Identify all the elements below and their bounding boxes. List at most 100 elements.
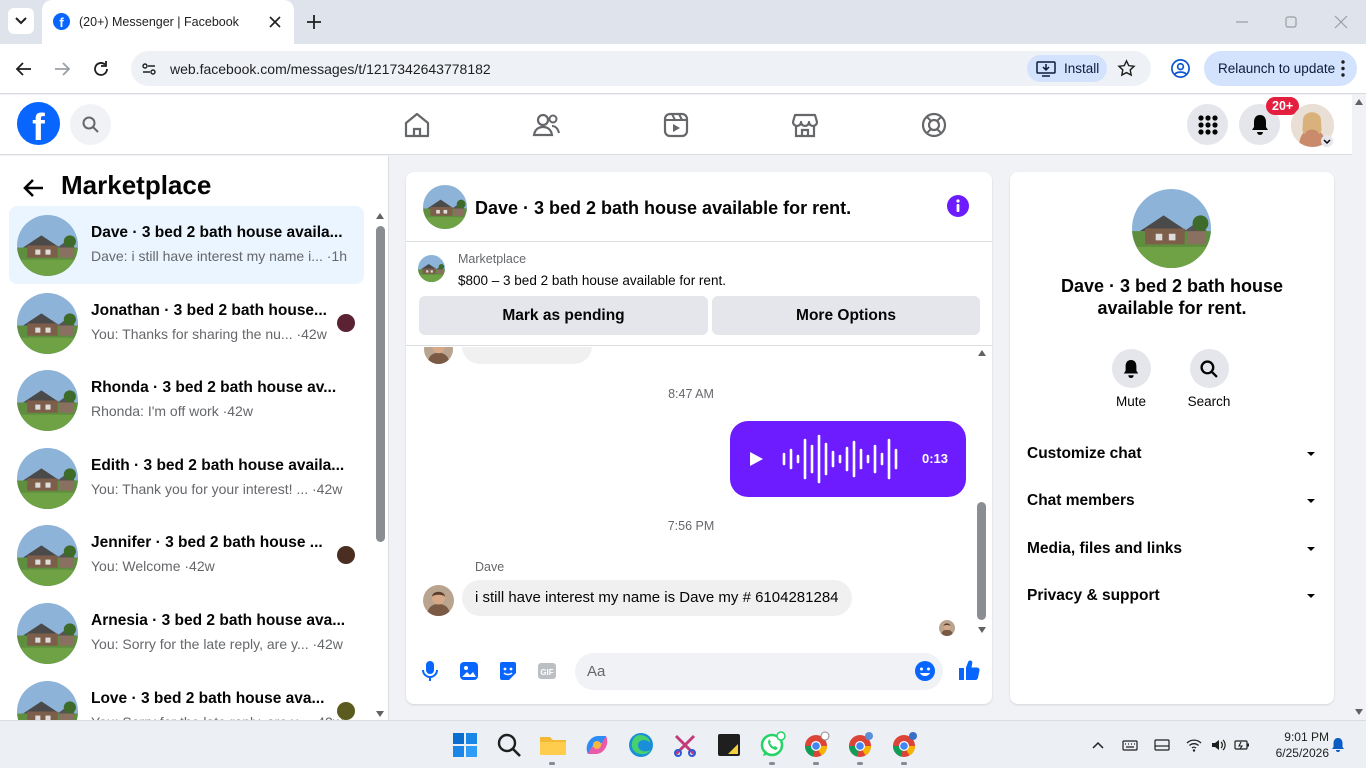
chevron-down-icon[interactable] — [1321, 135, 1333, 147]
friends-icon[interactable] — [531, 110, 561, 140]
house-thumbnail — [17, 525, 78, 587]
chrome-profile-icon[interactable] — [846, 730, 876, 760]
conversation-item[interactable]: Edith · 3 bed 2 bath house availa... You:… — [9, 439, 364, 517]
conversation-item[interactable]: Dave · 3 bed 2 bath house availa... Dave:… — [9, 206, 364, 284]
info-icon[interactable] — [946, 194, 970, 218]
scroll-down-icon[interactable] — [1354, 708, 1364, 716]
new-tab-icon[interactable] — [304, 12, 324, 32]
chrome-profile-icon[interactable] — [890, 730, 920, 760]
conversation-item[interactable]: Jennifer · 3 bed 2 bath house ... You: We… — [9, 516, 364, 594]
media-files-links-section[interactable]: Media, files and links — [1027, 534, 1317, 564]
menu-button[interactable] — [1187, 104, 1228, 145]
page-scrollbar[interactable] — [1352, 95, 1366, 720]
scroll-down-icon[interactable] — [375, 710, 385, 718]
profile-icon[interactable] — [1170, 58, 1191, 79]
chevron-down-icon — [1307, 547, 1315, 551]
site-info-icon[interactable] — [141, 61, 157, 77]
windows-start-icon[interactable] — [450, 730, 480, 760]
conversation-preview: Rhonda: I'm off work ·42w — [91, 403, 253, 420]
message-bubble[interactable] — [462, 347, 592, 364]
sticker-icon[interactable] — [497, 660, 519, 682]
whatsapp-icon[interactable] — [758, 730, 788, 760]
mute-button[interactable]: Mute — [1101, 349, 1161, 409]
tab-search-button[interactable] — [8, 8, 34, 34]
chat-members-section[interactable]: Chat members — [1027, 486, 1317, 516]
listing-thumbnail[interactable] — [418, 255, 445, 282]
chat-avatar[interactable] — [423, 185, 467, 229]
photo-icon[interactable] — [458, 660, 480, 682]
more-options-button[interactable]: More Options — [712, 296, 980, 335]
volume-icon[interactable] — [1210, 737, 1226, 753]
play-icon[interactable] — [748, 450, 764, 468]
scroll-up-icon[interactable] — [1354, 98, 1364, 106]
emoji-icon[interactable] — [914, 660, 936, 682]
scroll-up-icon[interactable] — [977, 349, 987, 357]
forward-icon[interactable] — [51, 58, 73, 80]
conversation-item[interactable]: Rhonda · 3 bed 2 bath house av... Rhonda:… — [9, 361, 364, 439]
video-icon[interactable] — [661, 110, 691, 140]
wifi-icon[interactable] — [1186, 737, 1202, 753]
search-label: Search — [1187, 394, 1231, 409]
address-bar[interactable]: web.facebook.com/messages/t/121734264377… — [131, 51, 1151, 86]
chat-title[interactable]: Dave · 3 bed 2 bath house available for … — [475, 198, 851, 219]
chat-scrollbar[interactable] — [974, 347, 990, 637]
scrollbar-thumb[interactable] — [376, 226, 385, 542]
thumbs-up-icon[interactable] — [957, 658, 981, 682]
home-icon[interactable] — [402, 110, 432, 140]
close-window-icon[interactable] — [1330, 12, 1352, 32]
install-app-button[interactable]: Install — [1027, 55, 1107, 82]
battery-icon[interactable] — [1234, 737, 1250, 753]
listing-description[interactable]: $800 – 3 bed 2 bath house available for … — [458, 273, 726, 288]
chevron-up-icon[interactable] — [1090, 737, 1106, 753]
facebook-search-button[interactable] — [70, 104, 111, 145]
scroll-down-icon[interactable] — [977, 626, 987, 634]
copilot-icon[interactable] — [582, 730, 612, 760]
notification-bell-icon[interactable] — [1330, 737, 1346, 753]
conversation-name: Rhonda · 3 bed 2 bath house av... — [91, 379, 337, 397]
reload-icon[interactable] — [90, 58, 112, 80]
gif-icon[interactable]: GIF — [536, 660, 558, 682]
marketplace-icon[interactable] — [790, 110, 820, 140]
relaunch-button[interactable]: Relaunch to update — [1204, 51, 1357, 86]
voice-message[interactable]: 0:13 — [730, 421, 966, 497]
microphone-icon[interactable] — [419, 660, 441, 682]
scrollbar-thumb[interactable] — [977, 502, 986, 620]
taskbar-clock[interactable]: 9:01 PM 6/25/2026 — [1263, 729, 1329, 761]
display-icon[interactable] — [1154, 737, 1170, 753]
house-thumbnail — [17, 215, 78, 276]
seen-avatar — [337, 546, 355, 565]
message-bubble[interactable]: i still have interest my name is Dave my… — [462, 580, 852, 616]
back-arrow-icon[interactable] — [22, 176, 46, 200]
taskbar-search-icon[interactable] — [494, 730, 524, 760]
minimize-icon[interactable] — [1231, 12, 1253, 32]
facebook-header: f 20+ — [0, 95, 1352, 155]
close-tab-icon[interactable] — [266, 13, 284, 31]
snipping-tool-icon[interactable] — [670, 730, 700, 760]
file-explorer-icon[interactable] — [538, 730, 568, 760]
bookmark-star-icon[interactable] — [1117, 59, 1136, 78]
conversation-item[interactable]: Jonathan · 3 bed 2 bath house... You: Tha… — [9, 284, 364, 362]
facebook-logo[interactable]: f — [17, 102, 60, 149]
search-conversation-button[interactable]: Search — [1179, 349, 1239, 409]
edge-browser-icon[interactable] — [626, 730, 656, 760]
customize-chat-section[interactable]: Customize chat — [1027, 439, 1317, 469]
privacy-support-section[interactable]: Privacy & support — [1027, 581, 1317, 611]
scroll-up-icon[interactable] — [375, 212, 385, 220]
conversation-list-scrollbar[interactable] — [373, 210, 387, 720]
browser-tab[interactable]: f (20+) Messenger | Facebook — [42, 0, 294, 44]
gaming-icon[interactable] — [919, 110, 949, 140]
details-avatar[interactable] — [1132, 189, 1211, 268]
conversation-item[interactable]: Arnesia · 3 bed 2 bath house ava... You: … — [9, 594, 364, 672]
more-vert-icon[interactable] — [1340, 60, 1346, 77]
chrome-icon[interactable] — [802, 730, 832, 760]
back-icon[interactable] — [13, 58, 35, 80]
sender-avatar[interactable] — [423, 585, 454, 616]
keyboard-icon[interactable] — [1122, 737, 1138, 753]
conversation-preview: You: Welcome ·42w — [91, 558, 215, 575]
conversation-item[interactable]: Love · 3 bed 2 bath house ava...You: Sor… — [9, 672, 364, 720]
maximize-icon[interactable] — [1280, 12, 1302, 32]
sticky-notes-icon[interactable] — [714, 730, 744, 760]
message-input[interactable] — [575, 653, 943, 690]
conversation-details-panel: Dave · 3 bed 2 bath house available for … — [1010, 172, 1334, 704]
mark-as-pending-button[interactable]: Mark as pending — [419, 296, 708, 335]
